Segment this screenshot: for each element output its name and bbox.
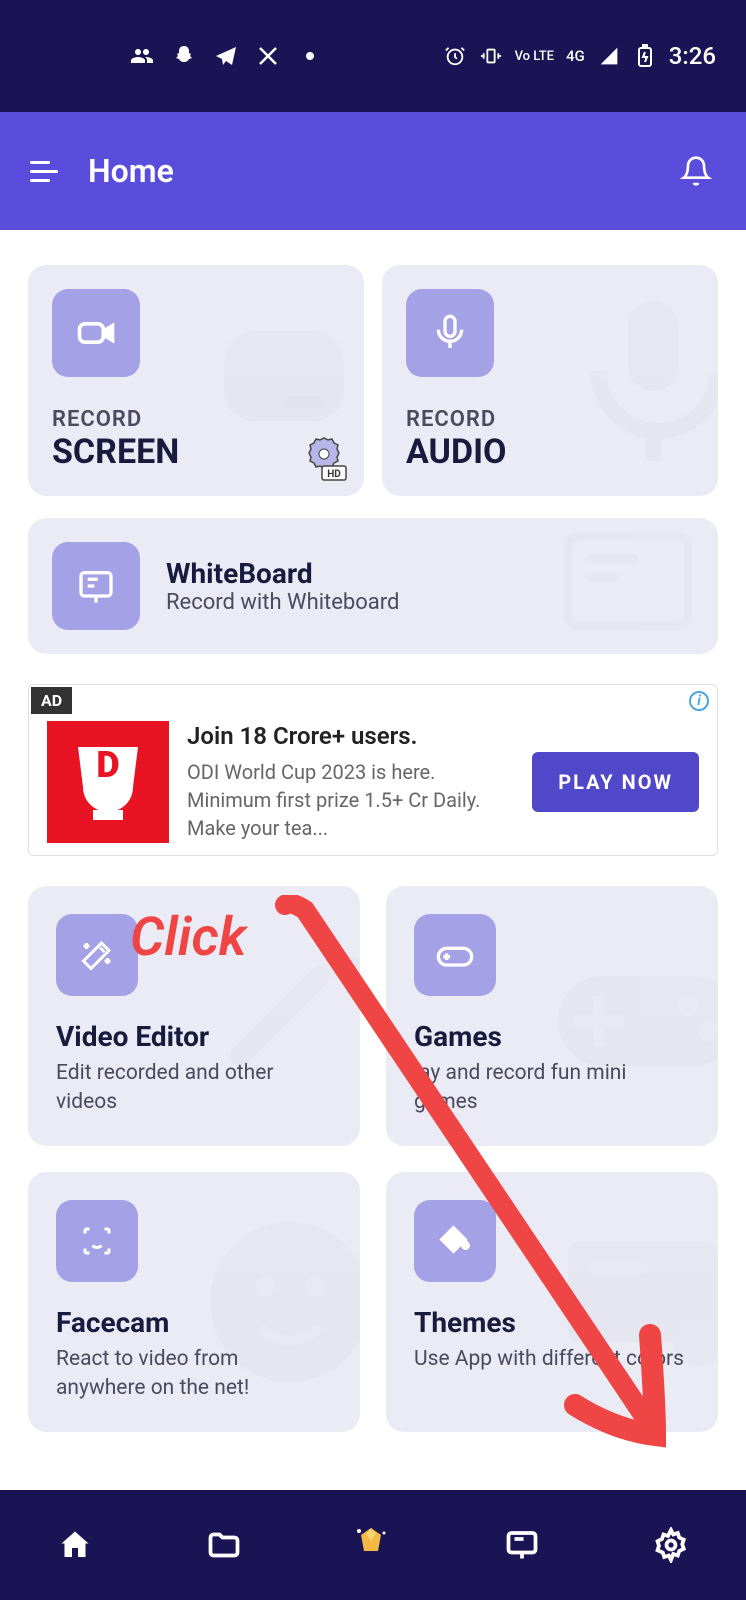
whiteboard-card[interactable]: WhiteBoard Record with Whiteboard xyxy=(28,518,718,654)
status-bar: Vo LTE 4G 3:26 xyxy=(0,0,746,112)
alarm-icon xyxy=(443,44,467,68)
wand-icon xyxy=(56,914,138,996)
vibrate-icon xyxy=(479,44,503,68)
record-audio-label-big: AUDIO xyxy=(406,432,694,472)
video-editor-desc: Edit recorded and other videos xyxy=(56,1059,332,1118)
whiteboard-title: WhiteBoard xyxy=(166,557,399,590)
videocam-icon xyxy=(52,289,140,377)
group-icon xyxy=(130,44,154,68)
clock-time: 3:26 xyxy=(669,42,716,70)
signal-icon xyxy=(597,44,621,68)
games-desc: lay and record fun mini games xyxy=(414,1059,690,1118)
annotation-click-label: Click xyxy=(130,906,246,969)
themes-title: Themes xyxy=(414,1306,690,1339)
facecam-card[interactable]: Facecam React to video from anywhere on … xyxy=(28,1172,360,1432)
ad-banner[interactable]: AD i D Join 18 Crore+ users. ODI World C… xyxy=(28,684,718,856)
menu-button[interactable] xyxy=(30,161,58,182)
page-title: Home xyxy=(88,152,676,190)
network-indicator: 4G xyxy=(566,47,585,65)
notifications-button[interactable] xyxy=(676,151,716,191)
nav-home[interactable] xyxy=(53,1523,97,1567)
x-twitter-icon xyxy=(256,44,280,68)
record-audio-label-small: RECORD xyxy=(406,407,694,432)
lte-indicator: Vo LTE xyxy=(515,50,554,63)
nav-premium[interactable] xyxy=(351,1523,395,1567)
games-title: Games xyxy=(414,1020,690,1053)
bottom-nav xyxy=(0,1490,746,1600)
ad-cta-button[interactable]: PLAY NOW xyxy=(532,752,699,812)
nav-whiteboard[interactable] xyxy=(500,1523,544,1567)
face-scan-icon xyxy=(56,1200,138,1282)
ad-logo: D xyxy=(47,721,169,843)
whiteboard-icon xyxy=(52,542,140,630)
record-screen-card[interactable]: RECORD SCREEN HD xyxy=(28,265,364,496)
nav-settings[interactable] xyxy=(649,1523,693,1567)
ad-tag: AD xyxy=(31,687,72,714)
record-audio-card[interactable]: RECORD AUDIO xyxy=(382,265,718,496)
app-header: Home xyxy=(0,112,746,230)
notification-dot-icon xyxy=(306,52,314,60)
hd-settings-button[interactable]: HD xyxy=(300,434,348,486)
snapchat-icon xyxy=(172,44,196,68)
record-screen-label-small: RECORD xyxy=(52,407,340,432)
gamepad-icon xyxy=(414,914,496,996)
ad-description: ODI World Cup 2023 is here. Minimum firs… xyxy=(187,758,514,842)
record-screen-label-big: SCREEN xyxy=(52,432,340,472)
nav-files[interactable] xyxy=(202,1523,246,1567)
video-editor-title: Video Editor xyxy=(56,1020,332,1053)
themes-desc: Use App with different colors xyxy=(414,1345,690,1374)
paint-bucket-icon xyxy=(414,1200,496,1282)
battery-charging-icon xyxy=(633,44,657,68)
mic-icon xyxy=(406,289,494,377)
svg-text:D: D xyxy=(96,744,119,786)
svg-text:HD: HD xyxy=(327,469,341,480)
games-card[interactable]: Games lay and record fun mini games xyxy=(386,886,718,1146)
whiteboard-subtitle: Record with Whiteboard xyxy=(166,590,399,615)
telegram-icon xyxy=(214,44,238,68)
ad-info-icon[interactable]: i xyxy=(689,691,709,711)
ad-title: Join 18 Crore+ users. xyxy=(187,722,514,750)
themes-card[interactable]: Themes Use App with different colors xyxy=(386,1172,718,1432)
facecam-title: Facecam xyxy=(56,1306,332,1339)
facecam-desc: React to video from anywhere on the net! xyxy=(56,1345,332,1404)
